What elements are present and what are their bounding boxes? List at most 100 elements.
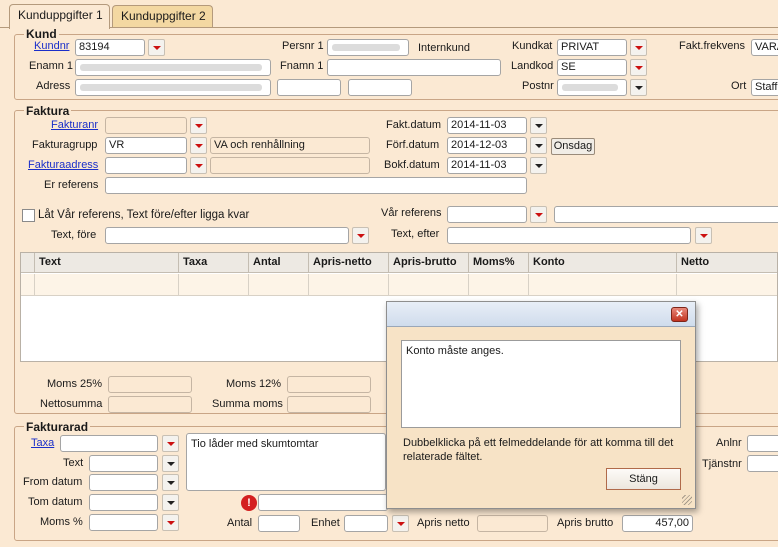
fnamn-input[interactable] bbox=[327, 59, 501, 76]
enamn-input[interactable] bbox=[75, 59, 271, 76]
adress3-input[interactable] bbox=[348, 79, 412, 96]
bokf-datum-dropdown-button[interactable] bbox=[530, 157, 547, 174]
fakturaadress-input[interactable] bbox=[105, 157, 187, 174]
moms-input[interactable] bbox=[89, 514, 158, 531]
forf-datum-input[interactable]: 2014-12-03 bbox=[447, 137, 527, 154]
cell-antal[interactable] bbox=[249, 274, 309, 296]
postnr-dropdown-button[interactable] bbox=[630, 79, 647, 96]
grid-col-text[interactable]: Text bbox=[35, 253, 179, 273]
cell-konto[interactable] bbox=[529, 274, 677, 296]
grid-col-moms[interactable]: Moms% bbox=[469, 253, 529, 273]
landkod-dropdown-button[interactable] bbox=[630, 59, 647, 76]
fakt-datum-dropdown-button[interactable] bbox=[530, 117, 547, 134]
resize-grip-icon[interactable] bbox=[682, 495, 692, 505]
taxa-dropdown-button[interactable] bbox=[162, 435, 179, 452]
from-datum-dropdown-button[interactable] bbox=[162, 474, 179, 491]
fakturaadress-dropdown-button[interactable] bbox=[190, 157, 207, 174]
table-row[interactable] bbox=[21, 274, 777, 296]
fakt-datum-input[interactable]: 2014-11-03 bbox=[447, 117, 527, 134]
cell-apris-brutto[interactable] bbox=[389, 274, 469, 296]
fakt-datum-label: Fakt.datum bbox=[386, 119, 442, 131]
tom-datum-dropdown-button[interactable] bbox=[162, 494, 179, 511]
faktura-title: Faktura bbox=[24, 104, 72, 118]
bokf-datum-label: Bokf.datum bbox=[384, 159, 440, 171]
adress-input[interactable] bbox=[75, 79, 271, 96]
kundnr-link[interactable]: Kundnr bbox=[34, 40, 69, 52]
taxa-link[interactable]: Taxa bbox=[31, 437, 54, 449]
text-dropdown-button[interactable] bbox=[162, 455, 179, 472]
from-datum-input[interactable] bbox=[89, 474, 158, 491]
error-icon[interactable]: ! bbox=[241, 495, 257, 511]
fakturagrupp-dropdown-button[interactable] bbox=[190, 137, 207, 154]
grid-col-antal[interactable]: Antal bbox=[249, 253, 309, 273]
error-message-item[interactable]: Konto måste anges. bbox=[406, 345, 676, 357]
text-fore-dropdown-button[interactable] bbox=[352, 227, 369, 244]
anlnr-label: Anlnr bbox=[716, 437, 742, 449]
keep-references-label: Låt Vår referens, Text före/efter ligga … bbox=[38, 209, 250, 221]
enhet-dropdown-button[interactable] bbox=[392, 515, 409, 532]
grid-header: Text Taxa Antal Apris-netto Apris-brutto… bbox=[21, 253, 777, 273]
forf-datum-dropdown-button[interactable] bbox=[530, 137, 547, 154]
grid-col-taxa[interactable]: Taxa bbox=[179, 253, 249, 273]
kundnr-input[interactable]: 83194 bbox=[75, 39, 145, 56]
persnr-input[interactable] bbox=[327, 39, 409, 56]
tom-datum-input[interactable] bbox=[89, 494, 158, 511]
taxa-input[interactable] bbox=[60, 435, 158, 452]
cell-text[interactable] bbox=[35, 274, 179, 296]
text-efter-input[interactable] bbox=[447, 227, 691, 244]
adress2-input[interactable] bbox=[277, 79, 341, 96]
error-dialog: ✕ Konto måste anges. Dubbelklicka på ett… bbox=[386, 301, 696, 509]
enhet-input[interactable] bbox=[344, 515, 388, 532]
description-textarea[interactable]: Tio låder med skumtomtar bbox=[186, 433, 386, 491]
fakt-frekvens-input[interactable]: VARA bbox=[751, 39, 778, 56]
konto-input[interactable] bbox=[258, 494, 388, 511]
er-referens-input[interactable] bbox=[105, 177, 527, 194]
fakturanr-link[interactable]: Fakturanr bbox=[51, 119, 98, 131]
kundkat-input[interactable]: PRIVAT bbox=[557, 39, 627, 56]
close-icon[interactable]: ✕ bbox=[671, 307, 688, 322]
tjanstnr-input[interactable] bbox=[747, 455, 778, 472]
cell-taxa[interactable] bbox=[179, 274, 249, 296]
var-referens-name-input[interactable] bbox=[554, 206, 778, 223]
nettosumma-value bbox=[108, 396, 192, 413]
grid-col-netto[interactable]: Netto bbox=[677, 253, 778, 273]
kund-title: Kund bbox=[24, 27, 59, 41]
var-referens-dropdown-button[interactable] bbox=[530, 206, 547, 223]
grid-col-konto[interactable]: Konto bbox=[529, 253, 677, 273]
grid-col-apris-brutto[interactable]: Apris-brutto bbox=[389, 253, 469, 273]
landkod-input[interactable]: SE bbox=[557, 59, 627, 76]
text-fore-input[interactable] bbox=[105, 227, 349, 244]
apris-netto-value bbox=[477, 515, 548, 532]
text-efter-dropdown-button[interactable] bbox=[695, 227, 712, 244]
kundkat-dropdown-button[interactable] bbox=[630, 39, 647, 56]
apris-brutto-input[interactable]: 457,00 bbox=[622, 515, 693, 532]
kundnr-dropdown-button[interactable] bbox=[148, 39, 165, 56]
text-input[interactable] bbox=[89, 455, 158, 472]
postnr-input[interactable] bbox=[557, 79, 627, 96]
summa-moms-value bbox=[287, 396, 371, 413]
cell-apris-netto[interactable] bbox=[309, 274, 389, 296]
fakturaadress-link[interactable]: Fakturaadress bbox=[28, 159, 98, 171]
fakturagrupp-input[interactable]: VR bbox=[105, 137, 187, 154]
keep-references-checkbox[interactable] bbox=[22, 209, 35, 222]
weekday-button[interactable]: Onsdag bbox=[551, 138, 595, 155]
antal-input[interactable] bbox=[258, 515, 300, 532]
from-datum-label: From datum bbox=[23, 476, 83, 488]
close-button[interactable]: Stäng bbox=[606, 468, 681, 490]
moms-dropdown-button[interactable] bbox=[162, 514, 179, 531]
ort-label: Ort bbox=[731, 80, 747, 92]
moms25-value bbox=[108, 376, 192, 393]
tab-kunduppgifter-2[interactable]: Kunduppgifter 2 bbox=[112, 5, 213, 27]
dialog-title-bar[interactable]: ✕ bbox=[387, 302, 695, 327]
cell-moms[interactable] bbox=[469, 274, 529, 296]
error-message-list[interactable]: Konto måste anges. bbox=[401, 340, 681, 428]
ort-input[interactable]: Staff bbox=[751, 79, 778, 96]
var-referens-input[interactable] bbox=[447, 206, 527, 223]
anlnr-input[interactable] bbox=[747, 435, 778, 452]
fakturanr-dropdown-button[interactable] bbox=[190, 117, 207, 134]
tom-datum-label: Tom datum bbox=[28, 496, 83, 508]
bokf-datum-input[interactable]: 2014-11-03 bbox=[447, 157, 527, 174]
tab-kunduppgifter-1[interactable]: Kunduppgifter 1 bbox=[9, 4, 110, 29]
fakturanr-input[interactable] bbox=[105, 117, 187, 134]
grid-col-apris-netto[interactable]: Apris-netto bbox=[309, 253, 389, 273]
